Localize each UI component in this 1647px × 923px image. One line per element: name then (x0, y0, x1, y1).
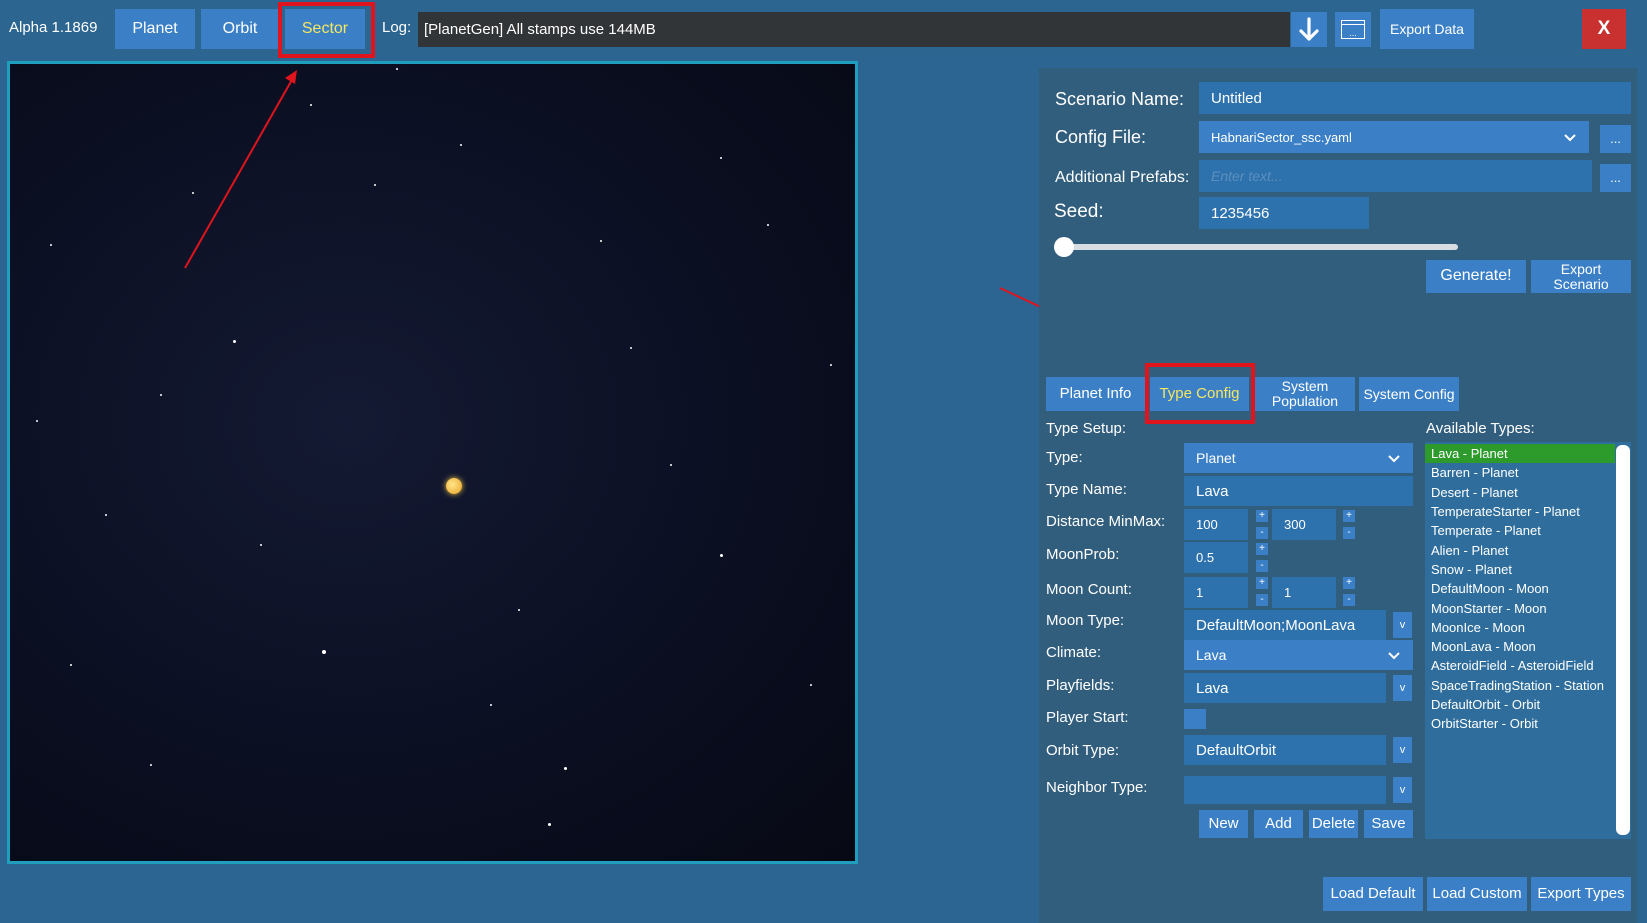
list-item[interactable]: OrbitStarter - Orbit (1425, 714, 1615, 733)
moon-type-label: Moon Type: (1046, 612, 1125, 629)
climate-label: Climate: (1046, 644, 1102, 661)
list-item[interactable]: TemperateStarter - Planet (1425, 502, 1615, 521)
orbit-type-dropdown-button[interactable]: v (1393, 737, 1412, 763)
moon-count-min-input[interactable]: 1 (1184, 577, 1248, 608)
climate-dropdown[interactable]: Lava (1184, 640, 1413, 670)
delete-type-button[interactable]: Delete (1309, 810, 1358, 838)
player-start-label: Player Start: (1046, 709, 1129, 726)
config-file-label: Config File: (1055, 127, 1147, 147)
list-item[interactable]: MoonIce - Moon (1425, 618, 1615, 637)
chevron-down-icon (1388, 652, 1400, 660)
add-type-button[interactable]: Add (1254, 810, 1303, 838)
type-value: Planet (1196, 450, 1236, 466)
moonprob-input[interactable]: 0.5 (1184, 542, 1248, 573)
list-item[interactable]: Snow - Planet (1425, 560, 1615, 579)
additional-prefabs-browse-button[interactable]: ... (1600, 164, 1631, 192)
available-types-list[interactable]: Lava - Planet Barren - Planet Desert - Pla… (1425, 442, 1615, 839)
distance-min-input[interactable]: 100 (1184, 509, 1248, 540)
load-default-button[interactable]: Load Default (1323, 877, 1423, 911)
neighbor-type-input[interactable] (1184, 776, 1386, 804)
save-type-button[interactable]: Save (1364, 810, 1413, 838)
moon-count-label: Moon Count: (1046, 581, 1132, 598)
config-file-dropdown[interactable]: HabnariSector_ssc.yaml (1199, 121, 1589, 153)
chevron-down-icon (1564, 134, 1576, 142)
additional-prefabs-label: Additional Prefabs: (1055, 169, 1190, 186)
type-name-input[interactable]: Lava (1184, 476, 1413, 506)
distance-max-decrement[interactable]: - (1343, 527, 1355, 539)
additional-prefabs-input[interactable]: Enter text... (1199, 160, 1592, 192)
player-start-checkbox[interactable] (1184, 709, 1206, 729)
list-item[interactable]: DefaultMoon - Moon (1425, 579, 1615, 598)
moon-type-dropdown-button[interactable]: v (1393, 612, 1412, 638)
moon-count-max-decrement[interactable]: - (1343, 594, 1355, 606)
list-item[interactable]: MoonLava - Moon (1425, 637, 1615, 656)
orbit-type-input[interactable]: DefaultOrbit (1184, 735, 1386, 765)
list-item[interactable]: MoonStarter - Moon (1425, 598, 1615, 617)
config-file-value: HabnariSector_ssc.yaml (1211, 129, 1352, 145)
seed-label: Seed: (1054, 201, 1104, 222)
neighbor-type-label: Neighbor Type: (1046, 779, 1148, 796)
distance-min-increment[interactable]: + (1256, 510, 1268, 522)
moonprob-increment[interactable]: + (1256, 543, 1268, 555)
tab-system-population[interactable]: System Population (1255, 377, 1355, 411)
type-name-label: Type Name: (1046, 481, 1127, 498)
chevron-down-icon (1388, 455, 1400, 463)
climate-value: Lava (1196, 647, 1227, 663)
distance-max-input[interactable]: 300 (1272, 509, 1336, 540)
tab-planet-info[interactable]: Planet Info (1046, 377, 1145, 411)
moon-type-input[interactable]: DefaultMoon;MoonLava (1184, 610, 1386, 640)
moon-count-max-increment[interactable]: + (1343, 577, 1355, 589)
new-type-button[interactable]: New (1199, 810, 1248, 838)
seed-slider-handle[interactable] (1054, 237, 1074, 257)
list-item[interactable]: AsteroidField - AsteroidField (1425, 656, 1615, 675)
available-types-heading: Available Types: (1426, 420, 1535, 437)
moonprob-label: MoonProb: (1046, 546, 1120, 563)
orbit-type-label: Orbit Type: (1046, 742, 1120, 759)
generate-button[interactable]: Generate! (1426, 260, 1526, 293)
moon-count-min-increment[interactable]: + (1256, 577, 1268, 589)
scenario-name-label: Scenario Name: (1055, 89, 1185, 109)
moon-count-max-input[interactable]: 1 (1272, 577, 1336, 608)
additional-prefabs-placeholder: Enter text... (1211, 168, 1283, 184)
list-item[interactable]: DefaultOrbit - Orbit (1425, 695, 1615, 714)
playfields-dropdown-button[interactable]: v (1393, 675, 1412, 701)
list-item[interactable]: SpaceTradingStation - Station (1425, 676, 1615, 695)
config-file-browse-button[interactable]: ... (1600, 125, 1631, 153)
tab-type-config[interactable]: Type Config (1150, 377, 1249, 411)
scenario-name-input[interactable]: Untitled (1199, 82, 1631, 114)
type-label: Type: (1046, 449, 1083, 466)
available-types-scrollbar[interactable] (1615, 442, 1631, 839)
list-item[interactable]: Desert - Planet (1425, 483, 1615, 502)
seed-slider-track[interactable] (1056, 244, 1458, 250)
load-custom-button[interactable]: Load Custom (1427, 877, 1527, 911)
distance-max-increment[interactable]: + (1343, 510, 1355, 522)
distance-minmax-label: Distance MinMax: (1046, 513, 1166, 530)
list-item[interactable]: Temperate - Planet (1425, 521, 1615, 540)
list-item[interactable]: Lava - Planet (1425, 444, 1615, 464)
list-item[interactable]: Barren - Planet (1425, 463, 1615, 482)
neighbor-type-dropdown-button[interactable]: v (1393, 777, 1412, 803)
tab-system-config[interactable]: System Config (1359, 377, 1459, 411)
type-dropdown[interactable]: Planet (1184, 443, 1413, 473)
export-types-button[interactable]: Export Types (1531, 877, 1631, 911)
moonprob-decrement[interactable]: - (1256, 560, 1268, 572)
list-item[interactable]: Alien - Planet (1425, 540, 1615, 559)
moon-count-min-decrement[interactable]: - (1256, 594, 1268, 606)
export-scenario-button[interactable]: Export Scenario (1531, 260, 1631, 293)
seed-input[interactable]: 1235456 (1199, 197, 1369, 229)
available-types-scroll-thumb[interactable] (1616, 445, 1630, 835)
playfields-input[interactable]: Lava (1184, 673, 1386, 703)
playfields-label: Playfields: (1046, 677, 1115, 694)
type-setup-heading: Type Setup: (1046, 420, 1127, 437)
distance-min-decrement[interactable]: - (1256, 527, 1268, 539)
